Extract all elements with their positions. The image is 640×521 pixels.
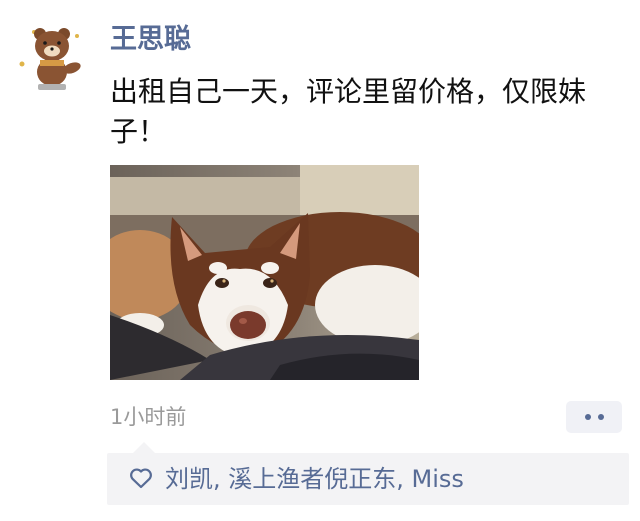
- author-name[interactable]: 王思聪: [110, 22, 191, 58]
- post-text: 出租自己一天，评论里留价格，仅限妹子！: [110, 75, 587, 148]
- likers-list[interactable]: 刘凯, 溪上渔者倪正东, Miss: [165, 462, 464, 496]
- more-dots-icon-2: [597, 414, 604, 420]
- likes-panel: 刘凯, 溪上渔者倪正东, Miss: [107, 442, 629, 505]
- post-time: 1小时前: [110, 405, 187, 429]
- heart-outline-icon: [130, 468, 152, 489]
- avatar[interactable]: [14, 22, 90, 94]
- post-photo[interactable]: [110, 165, 419, 380]
- more-dots-icon: [584, 414, 591, 420]
- more-actions-button[interactable]: [566, 401, 622, 433]
